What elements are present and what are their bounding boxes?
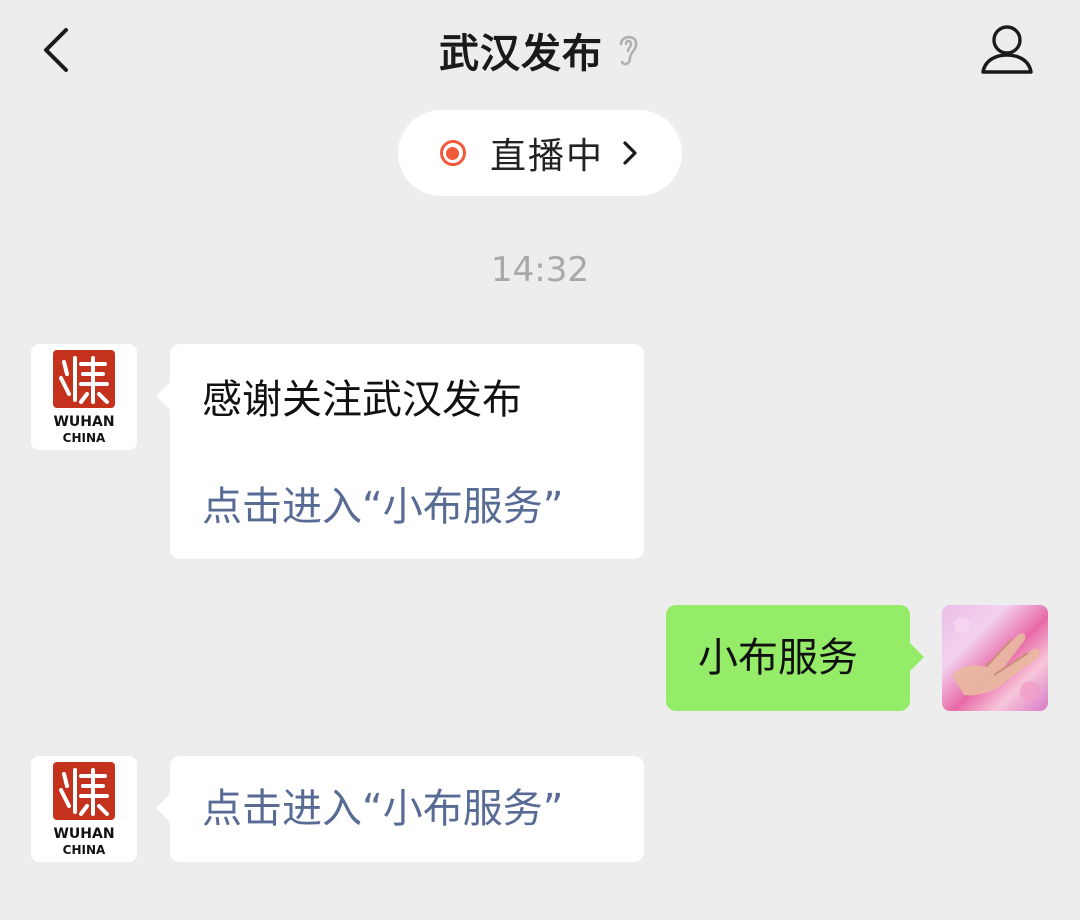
message-link[interactable]: 点击进入“小布服务”: [202, 789, 563, 829]
message-text: 感谢关注武汉发布: [202, 377, 522, 423]
message-link[interactable]: 点击进入“小布服务”: [202, 487, 563, 527]
my-message-bubble[interactable]: 小布服务: [666, 605, 924, 711]
person-icon: [981, 25, 1033, 74]
live-button[interactable]: 直播中: [398, 110, 682, 196]
page-title: 武汉发布: [439, 31, 603, 77]
ear-icon: [619, 35, 638, 66]
svg-text:CHINA: CHINA: [63, 431, 106, 445]
svg-text:WUHAN: WUHAN: [53, 414, 114, 430]
chevron-right-icon: [623, 141, 637, 165]
account-avatar[interactable]: WUHAN CHINA: [31, 344, 137, 450]
chat-screen: 武汉发布 直播中 14:32 WUHAN CHINA 感谢关注武汉发布 点击进入…: [0, 0, 1080, 920]
timestamp: 14:32: [491, 250, 589, 290]
wuhan-logo-icon: WUHAN CHINA: [53, 762, 115, 857]
svg-text:WUHAN: WUHAN: [53, 826, 114, 842]
svg-text:CHINA: CHINA: [63, 843, 106, 857]
my-avatar[interactable]: [942, 605, 1048, 711]
hand-photo-icon: [952, 617, 1040, 701]
message-bubble[interactable]: 感谢关注武汉发布 点击进入“小布服务”: [156, 344, 644, 559]
live-label: 直播中: [489, 136, 604, 177]
live-indicator-icon: [439, 140, 466, 166]
message-bubble[interactable]: 点击进入“小布服务”: [156, 756, 644, 862]
header: 武汉发布: [0, 20, 1080, 80]
account-avatar[interactable]: WUHAN CHINA: [31, 756, 137, 862]
profile-button[interactable]: [976, 22, 1038, 78]
wuhan-logo-icon: WUHAN CHINA: [53, 350, 115, 445]
message-text: 小布服务: [698, 635, 858, 681]
